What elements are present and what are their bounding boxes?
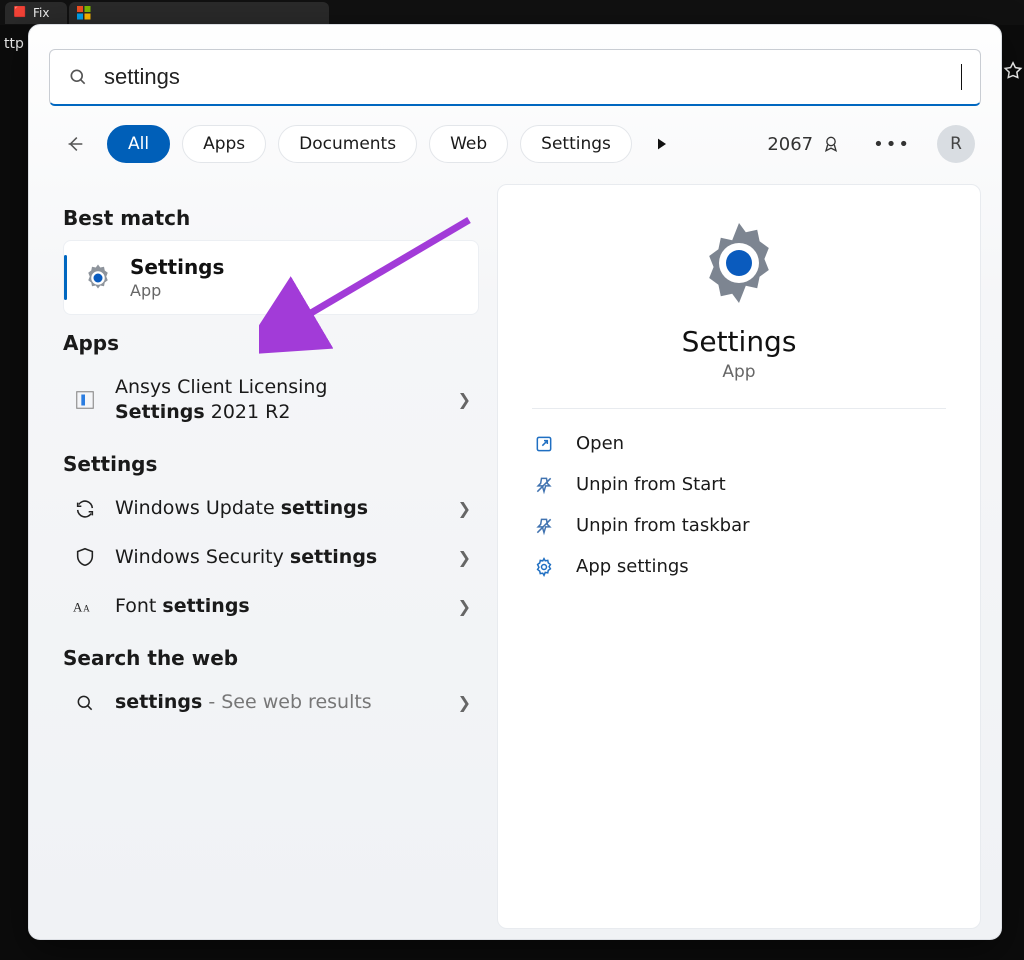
action-unpin-taskbar-label: Unpin from taskbar xyxy=(576,515,750,536)
best-match-result[interactable]: Settings App xyxy=(63,240,479,315)
text-caret xyxy=(961,64,962,90)
favicon-ms xyxy=(77,6,91,20)
web-result-1[interactable]: settings - See web results ❯ xyxy=(63,678,479,727)
background-tab-2 xyxy=(69,2,329,24)
preview-title: Settings xyxy=(682,325,797,358)
action-unpin-start-label: Unpin from Start xyxy=(576,474,726,495)
svg-text:A: A xyxy=(83,604,90,614)
open-icon xyxy=(532,434,556,454)
background-address-fragment: ttp xyxy=(0,30,28,58)
best-match-title: Settings xyxy=(130,255,224,279)
favorite-star-icon xyxy=(1002,60,1024,82)
app-icon xyxy=(71,389,99,411)
filter-documents[interactable]: Documents xyxy=(278,125,417,163)
unpin-icon xyxy=(532,516,556,536)
shield-icon xyxy=(71,546,99,568)
settings-result-update[interactable]: Windows Update settings ❯ xyxy=(63,484,479,533)
background-browser-tabs: 🟥 Fix xyxy=(0,0,1024,25)
action-unpin-taskbar[interactable]: Unpin from taskbar xyxy=(532,505,946,546)
settings-result-font[interactable]: AA Font settings ❯ xyxy=(63,582,479,631)
favicon-1: 🟥 xyxy=(13,6,27,20)
back-button[interactable] xyxy=(55,124,95,164)
section-settings: Settings xyxy=(63,452,479,476)
chevron-right-icon: ❯ xyxy=(458,597,471,616)
preview-pane: Settings App Open Unpin from Start Unp xyxy=(497,184,981,929)
filter-settings[interactable]: Settings xyxy=(520,125,632,163)
filter-web[interactable]: Web xyxy=(429,125,508,163)
user-avatar[interactable]: R xyxy=(937,125,975,163)
windows-search-panel: All Apps Documents Web Settings 2067 •••… xyxy=(28,24,1002,940)
apps-result-1-bold: Settings xyxy=(115,401,205,423)
preview-subtitle: App xyxy=(722,362,755,382)
apps-result-1[interactable]: Ansys Client Licensing Settings 2021 R2 … xyxy=(63,363,479,436)
action-app-settings[interactable]: App settings xyxy=(532,546,946,587)
sync-icon xyxy=(71,498,99,520)
filter-row: All Apps Documents Web Settings 2067 •••… xyxy=(49,106,981,172)
chevron-right-icon: ❯ xyxy=(458,390,471,409)
medal-icon xyxy=(821,134,841,154)
search-icon xyxy=(71,693,99,713)
settings-result-security[interactable]: Windows Security settings ❯ xyxy=(63,533,479,582)
filter-all[interactable]: All xyxy=(107,125,170,163)
results-left-column: Best match Settings App Apps xyxy=(49,184,479,929)
search-icon xyxy=(68,67,88,87)
rewards-points[interactable]: 2067 xyxy=(767,134,841,155)
section-web: Search the web xyxy=(63,646,479,670)
divider xyxy=(532,408,946,409)
filters-more-icon[interactable] xyxy=(654,136,670,152)
unpin-icon xyxy=(532,475,556,495)
search-input[interactable] xyxy=(104,64,957,90)
search-box[interactable] xyxy=(49,49,981,106)
gear-icon xyxy=(80,260,116,296)
background-tab-1: 🟥 Fix xyxy=(5,2,67,24)
chevron-right-icon: ❯ xyxy=(458,693,471,712)
rewards-points-value: 2067 xyxy=(767,134,813,155)
chevron-right-icon: ❯ xyxy=(458,548,471,567)
section-best-match: Best match xyxy=(63,206,479,230)
filter-apps[interactable]: Apps xyxy=(182,125,266,163)
apps-result-1-line1: Ansys Client Licensing xyxy=(115,376,328,398)
apps-result-1-line2: 2021 R2 xyxy=(205,401,291,423)
action-unpin-start[interactable]: Unpin from Start xyxy=(532,464,946,505)
section-apps: Apps xyxy=(63,331,479,355)
action-open-label: Open xyxy=(576,433,624,454)
more-menu-icon[interactable]: ••• xyxy=(859,134,925,155)
font-icon: AA xyxy=(71,595,99,617)
chevron-right-icon: ❯ xyxy=(458,499,471,518)
action-app-settings-label: App settings xyxy=(576,556,689,577)
gear-small-icon xyxy=(532,557,556,577)
action-open[interactable]: Open xyxy=(532,423,946,464)
svg-text:A: A xyxy=(73,600,83,615)
preview-gear-icon xyxy=(691,215,787,311)
best-match-subtitle: App xyxy=(130,281,224,300)
background-tab-1-text: Fix xyxy=(33,6,49,20)
